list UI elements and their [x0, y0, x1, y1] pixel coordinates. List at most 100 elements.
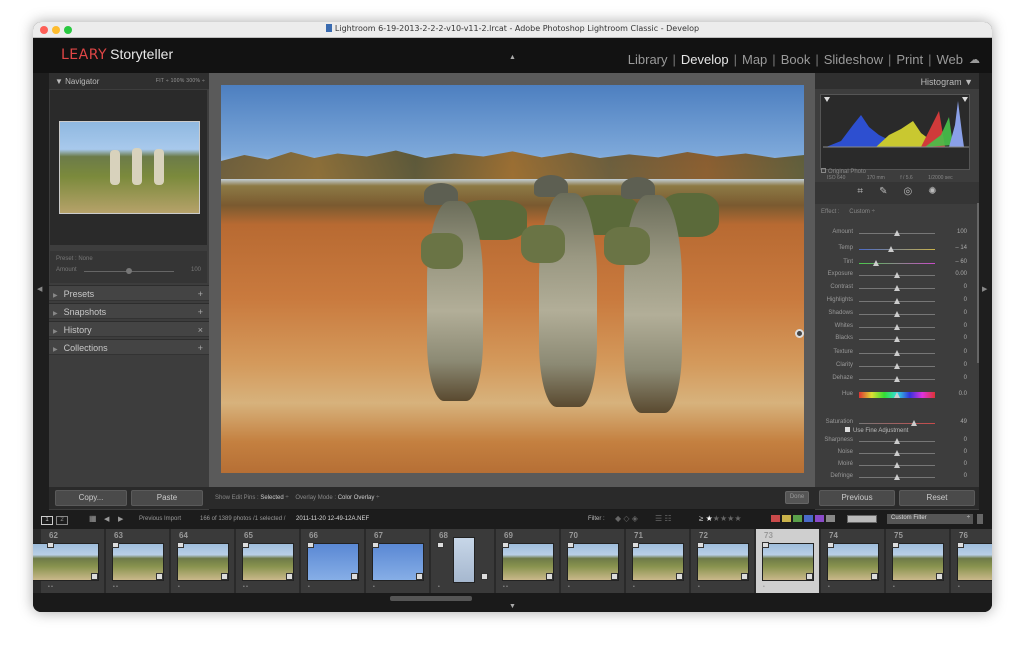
original-photo-toggle[interactable]: Original Photo: [821, 168, 866, 175]
module-web[interactable]: Web: [937, 52, 964, 67]
slider-thumb[interactable]: [894, 298, 900, 304]
navigator-preview[interactable]: [50, 90, 207, 245]
develop-badge-icon[interactable]: [611, 573, 618, 580]
slider-thumb[interactable]: [894, 474, 900, 480]
clear-history-button[interactable]: ×: [198, 325, 203, 335]
done-button[interactable]: Done: [785, 491, 809, 504]
slider-thumb[interactable]: [894, 272, 900, 278]
right-panel-scrollbar[interactable]: [977, 203, 979, 363]
filmstrip-thumb[interactable]: 73 •: [756, 529, 820, 593]
slider-thumb[interactable]: [894, 336, 900, 342]
cloud-sync-icon[interactable]: ☁: [969, 53, 980, 66]
filmstrip-thumb[interactable]: 75 •: [886, 529, 950, 593]
slider-thumb[interactable]: [894, 285, 900, 291]
color-label-swatch[interactable]: [771, 515, 780, 522]
filmstrip-thumb[interactable]: 72 •: [691, 529, 755, 593]
filmstrip-thumb[interactable]: 62 • •: [33, 529, 105, 593]
preset-amount-thumb[interactable]: [126, 268, 132, 274]
flag-filter-icons[interactable]: ◆ ◇ ◈: [615, 514, 638, 523]
develop-badge-icon[interactable]: [741, 573, 748, 580]
thumb-image[interactable]: [453, 537, 475, 583]
develop-badge-icon[interactable]: [546, 573, 553, 580]
navigator-thumbnail[interactable]: [59, 121, 200, 214]
fine-adjustment-option[interactable]: Use Fine Adjustment: [845, 427, 908, 434]
slider-thumb[interactable]: [894, 230, 900, 236]
develop-badge-icon[interactable]: [156, 573, 163, 580]
slider-sharpness[interactable]: Sharpness 0: [815, 437, 971, 447]
reset-button[interactable]: Reset: [899, 490, 975, 506]
slider-temp[interactable]: Temp – 14: [815, 245, 971, 255]
slider-thumb[interactable]: [894, 392, 900, 398]
panel-snapshots[interactable]: ▶ Snapshots +: [49, 303, 209, 319]
thumb-image[interactable]: [33, 543, 99, 581]
show-pins-select[interactable]: Selected: [260, 495, 283, 501]
navigator-zoom-options[interactable]: FIT ÷ 100% 300% ÷: [156, 78, 205, 84]
copy-button[interactable]: Copy...: [55, 490, 127, 506]
source-label[interactable]: Previous Import: [139, 516, 181, 522]
slider-thumb[interactable]: [894, 363, 900, 369]
develop-badge-icon[interactable]: [416, 573, 423, 580]
slider-thumb[interactable]: [894, 350, 900, 356]
paste-button[interactable]: Paste: [131, 490, 203, 506]
develop-badge-icon[interactable]: [936, 573, 943, 580]
collapse-right-icon[interactable]: ▶: [982, 285, 987, 293]
develop-badge-icon[interactable]: [481, 573, 488, 580]
panel-presets[interactable]: ▶ Presets +: [49, 285, 209, 301]
previous-button[interactable]: Previous: [819, 490, 895, 506]
color-label-swatch[interactable]: [782, 515, 791, 522]
selected-filename[interactable]: 2011-11-20 12-49-12A.NEF: [296, 516, 369, 522]
filmstrip-thumb[interactable]: 66 •: [301, 529, 365, 593]
slider-thumb[interactable]: [894, 311, 900, 317]
color-label-swatch[interactable]: [804, 515, 813, 522]
develop-badge-icon[interactable]: [676, 573, 683, 580]
slider-highlights[interactable]: Highlights 0: [815, 297, 971, 307]
panel-collections[interactable]: ▶ Collections +: [49, 339, 209, 355]
develop-badge-icon[interactable]: [806, 573, 813, 580]
filmstrip-thumb[interactable]: 69 • •: [496, 529, 560, 593]
slider-thumb[interactable]: [872, 260, 879, 266]
screen-1-button[interactable]: 1: [41, 516, 53, 525]
collapse-filmstrip-icon[interactable]: ▼: [509, 603, 516, 610]
module-library[interactable]: Library: [628, 52, 668, 67]
collapse-left-icon[interactable]: ◀: [37, 285, 42, 293]
slider-thumb[interactable]: [894, 450, 900, 456]
slider-hue[interactable]: Hue 0.0: [815, 391, 971, 401]
color-label-filter[interactable]: [771, 515, 837, 524]
filmstrip-scrollbar[interactable]: [390, 596, 472, 601]
slider-noise[interactable]: Noise 0: [815, 449, 971, 459]
slider-blacks[interactable]: Blacks 0: [815, 335, 971, 345]
slider-moir[interactable]: Moiré 0: [815, 461, 971, 471]
filmstrip-thumb[interactable]: 67 •: [366, 529, 430, 593]
color-label-swatch[interactable]: [793, 515, 802, 522]
slider-clarity[interactable]: Clarity 0: [815, 362, 971, 372]
filmstrip-thumb[interactable]: 74 •: [821, 529, 885, 593]
color-label-swatch[interactable]: [815, 515, 824, 522]
filmstrip-thumb[interactable]: 63 • •: [106, 529, 170, 593]
module-slideshow[interactable]: Slideshow: [824, 52, 883, 67]
develop-badge-icon[interactable]: [221, 573, 228, 580]
slider-shadows[interactable]: Shadows 0: [815, 310, 971, 320]
slider-whites[interactable]: Whites 0: [815, 323, 971, 333]
histogram[interactable]: ISO 640 170 mm f / 5.6 1/2000 sec: [820, 94, 970, 181]
filter-toggle[interactable]: [977, 514, 983, 524]
thumb-image[interactable]: [957, 543, 992, 581]
collapse-top-panel-icon[interactable]: ▲: [509, 54, 516, 61]
filmstrip-thumb[interactable]: 71 •: [626, 529, 690, 593]
filmstrip-thumb[interactable]: 65 • •: [236, 529, 300, 593]
masking-tool-icon[interactable]: ✺: [928, 186, 936, 204]
filmstrip-thumb[interactable]: 68 •: [431, 529, 495, 593]
module-develop[interactable]: Develop: [681, 52, 729, 67]
filmstrip-thumb[interactable]: 76 •: [951, 529, 992, 593]
add-snapshot-button[interactable]: +: [198, 307, 203, 317]
develop-badge-icon[interactable]: [286, 573, 293, 580]
healing-tool-icon[interactable]: ✎: [879, 186, 887, 204]
slider-thumb[interactable]: [894, 324, 900, 330]
slider-texture[interactable]: Texture 0: [815, 349, 971, 359]
left-panel-edge[interactable]: ◀: [33, 73, 49, 510]
slider-exposure[interactable]: Exposure 0.00: [815, 271, 971, 281]
original-photo-checkbox[interactable]: [821, 168, 826, 173]
grid-view-icon[interactable]: ▦: [89, 514, 97, 523]
forward-arrow-icon[interactable]: ▶: [118, 515, 123, 523]
module-print[interactable]: Print: [896, 52, 923, 67]
panel-history[interactable]: ▶ History ×: [49, 321, 209, 337]
